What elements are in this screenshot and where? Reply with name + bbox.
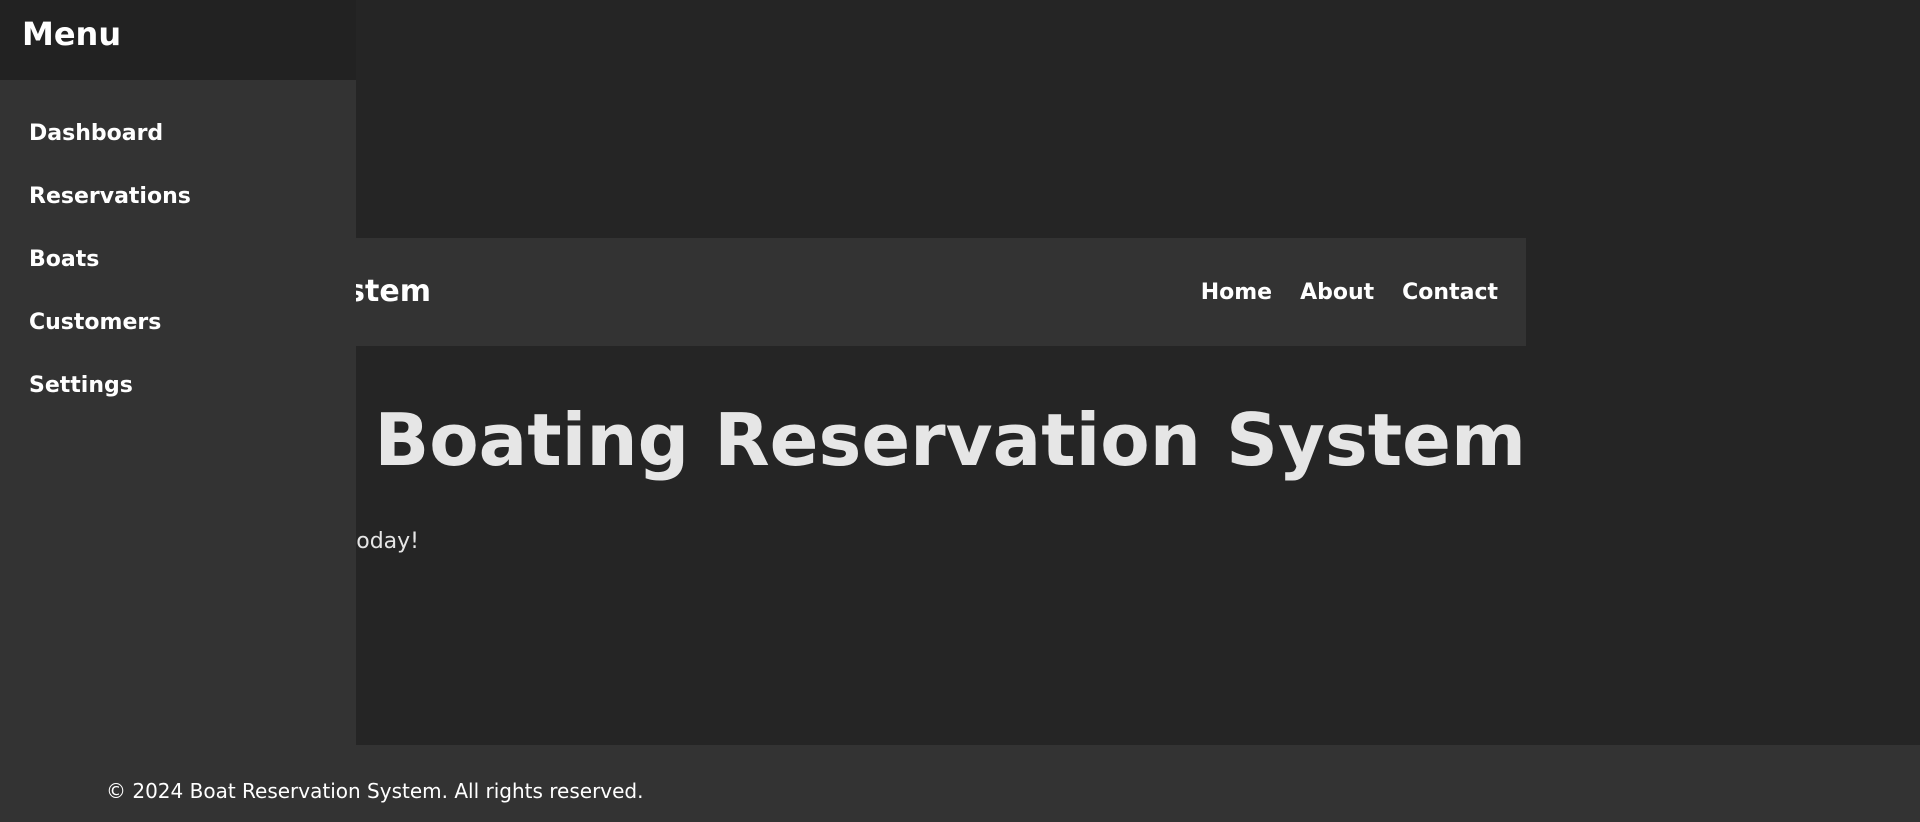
sidebar-item-customers[interactable]: Customers [0,291,356,354]
nav-link-about[interactable]: About [1300,280,1374,305]
sidebar-item-reservations[interactable]: Reservations [0,165,356,228]
sidebar-item-settings[interactable]: Settings [0,354,356,417]
sidebar-list: Dashboard Reservations Boats Customers S… [0,80,356,417]
nav-link-home[interactable]: Home [1201,280,1272,305]
sidebar-menu: Menu Dashboard Reservations Boats Custom… [0,0,356,745]
nav-link-contact[interactable]: Contact [1402,280,1498,305]
page-footer: © 2024 Boat Reservation System. All righ… [0,745,1920,822]
sidebar-title: Menu [22,15,122,53]
top-navigation: Home About Contact [1201,238,1498,346]
sidebar-item-boats[interactable]: Boats [0,228,356,291]
sidebar-item-dashboard[interactable]: Dashboard [0,102,356,165]
app-page: Boat Reservation System Home About Conta… [0,0,1920,822]
sidebar-header: Menu [0,0,356,80]
footer-copyright: © 2024 Boat Reservation System. All righ… [106,779,644,803]
